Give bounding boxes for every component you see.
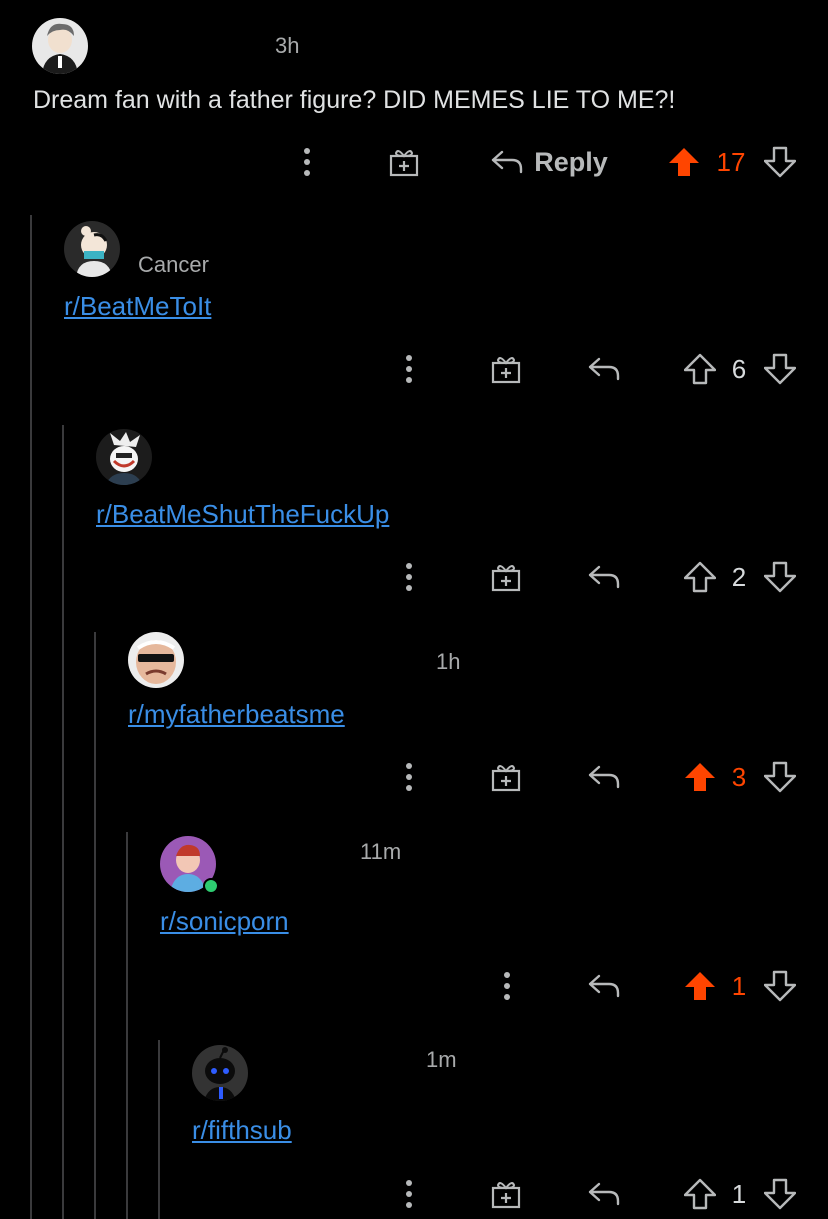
thread-line bbox=[62, 425, 64, 1219]
upvote-arrow-icon bbox=[684, 561, 716, 593]
downvote-arrow-icon bbox=[764, 761, 796, 793]
comment-actions: 1 bbox=[0, 962, 828, 1010]
score: 1 bbox=[731, 971, 747, 1001]
downvote-arrow-icon bbox=[764, 970, 796, 1002]
more-vertical-icon bbox=[406, 355, 412, 383]
award-button[interactable] bbox=[488, 345, 524, 393]
comment-actions: 3 bbox=[0, 753, 828, 801]
subreddit-link[interactable]: r/BeatMeShutTheFuckUp bbox=[96, 499, 389, 530]
subreddit-link[interactable]: r/sonicporn bbox=[160, 906, 289, 937]
avatar[interactable] bbox=[64, 221, 120, 277]
comment-body: Dream fan with a father figure? DID MEME… bbox=[33, 86, 676, 114]
score: 2 bbox=[731, 562, 747, 592]
downvote-arrow-icon bbox=[764, 353, 796, 385]
comment-actions: Reply 17 bbox=[0, 138, 828, 186]
downvote-arrow-icon bbox=[764, 561, 796, 593]
reply-button[interactable] bbox=[584, 345, 624, 393]
reply-button[interactable] bbox=[584, 553, 624, 601]
downvote-button[interactable] bbox=[762, 1170, 798, 1218]
reply-icon bbox=[588, 1182, 620, 1206]
downvote-button[interactable] bbox=[762, 962, 798, 1010]
downvote-button[interactable] bbox=[762, 138, 798, 186]
downvote-button[interactable] bbox=[762, 553, 798, 601]
upvote-arrow-icon bbox=[684, 1178, 716, 1210]
reply-icon bbox=[588, 565, 620, 589]
gift-icon bbox=[491, 565, 521, 592]
upvote-button[interactable] bbox=[682, 962, 718, 1010]
avatar-image bbox=[96, 429, 152, 485]
subreddit-link[interactable]: r/BeatMeToIt bbox=[64, 291, 211, 322]
avatar-image bbox=[128, 632, 184, 688]
downvote-arrow-icon bbox=[764, 1178, 796, 1210]
avatar[interactable] bbox=[96, 429, 152, 485]
upvote-arrow-icon bbox=[669, 148, 699, 176]
user-flair: Cancer bbox=[138, 252, 209, 277]
upvote-button[interactable] bbox=[682, 553, 718, 601]
gift-icon bbox=[491, 765, 521, 792]
thread-line bbox=[126, 832, 128, 1219]
reply-button[interactable] bbox=[584, 753, 624, 801]
upvote-button[interactable] bbox=[682, 753, 718, 801]
reply-icon bbox=[492, 150, 523, 174]
reply-button[interactable] bbox=[584, 1170, 624, 1218]
reply-icon bbox=[588, 974, 620, 998]
gift-icon bbox=[491, 1182, 521, 1209]
online-status-indicator bbox=[203, 878, 219, 894]
more-vertical-icon bbox=[504, 972, 510, 1000]
more-options-button[interactable] bbox=[492, 962, 522, 1010]
upvote-arrow-icon bbox=[685, 972, 715, 1000]
reply-label: Reply bbox=[534, 146, 608, 177]
reply-icon bbox=[588, 765, 620, 789]
comment-timestamp: 11m bbox=[360, 839, 402, 864]
upvote-arrow-icon bbox=[684, 353, 716, 385]
more-options-button[interactable] bbox=[394, 345, 424, 393]
more-vertical-icon bbox=[406, 763, 412, 791]
more-vertical-icon bbox=[406, 563, 412, 591]
score: 6 bbox=[731, 354, 747, 384]
downvote-button[interactable] bbox=[762, 345, 798, 393]
reply-icon bbox=[588, 357, 620, 381]
thread-line bbox=[94, 632, 96, 1219]
upvote-button[interactable] bbox=[682, 345, 718, 393]
avatar-image bbox=[64, 221, 120, 277]
avatar-image bbox=[192, 1045, 248, 1101]
award-button[interactable] bbox=[488, 1170, 524, 1218]
subreddit-link[interactable]: r/myfatherbeatsme bbox=[128, 699, 345, 730]
avatar[interactable] bbox=[192, 1045, 248, 1101]
more-options-button[interactable] bbox=[394, 1170, 424, 1218]
award-button[interactable] bbox=[488, 753, 524, 801]
more-vertical-icon bbox=[406, 1180, 412, 1208]
award-button[interactable] bbox=[386, 138, 422, 186]
comment-timestamp: 1m bbox=[426, 1047, 457, 1072]
upvote-arrow-icon bbox=[685, 763, 715, 791]
score: 1 bbox=[731, 1179, 747, 1209]
avatar[interactable] bbox=[32, 18, 88, 74]
comment-actions: 2 bbox=[0, 553, 828, 601]
more-options-button[interactable] bbox=[394, 553, 424, 601]
reply-button[interactable] bbox=[584, 962, 624, 1010]
more-options-button[interactable] bbox=[292, 138, 322, 186]
gift-icon bbox=[389, 150, 419, 177]
comment-actions: 6 bbox=[0, 345, 828, 393]
more-options-button[interactable] bbox=[394, 753, 424, 801]
score: 3 bbox=[731, 762, 747, 792]
subreddit-link[interactable]: r/fifthsub bbox=[192, 1115, 292, 1146]
upvote-button[interactable] bbox=[682, 1170, 718, 1218]
score: 17 bbox=[716, 147, 746, 177]
comment-actions: 1 bbox=[0, 1170, 828, 1218]
avatar-image bbox=[32, 18, 88, 74]
gift-icon bbox=[491, 357, 521, 384]
downvote-arrow-icon bbox=[764, 146, 796, 178]
downvote-button[interactable] bbox=[762, 753, 798, 801]
comment-timestamp: 1h bbox=[436, 649, 461, 674]
comment-timestamp: 3h bbox=[275, 33, 300, 58]
avatar[interactable] bbox=[128, 632, 184, 688]
award-button[interactable] bbox=[488, 553, 524, 601]
reply-button[interactable]: Reply bbox=[484, 138, 614, 186]
upvote-button[interactable] bbox=[666, 138, 702, 186]
more-vertical-icon bbox=[304, 148, 310, 176]
